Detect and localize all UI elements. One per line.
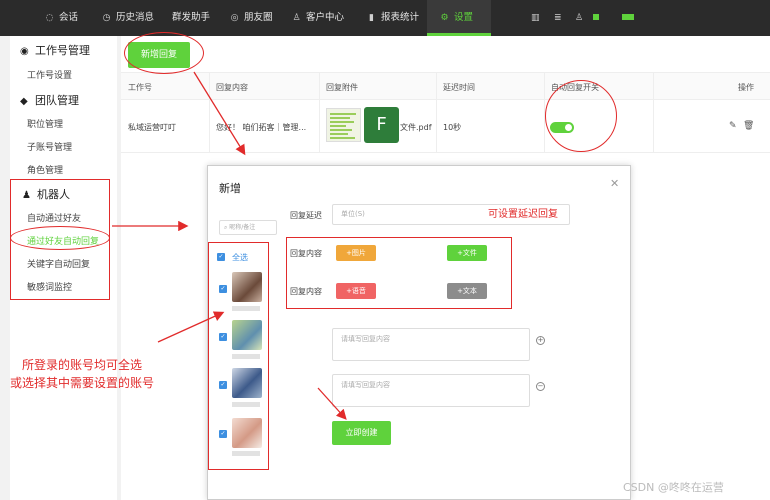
dialog-title: 新增 [219,182,241,195]
nav-label: 设置 [454,12,474,23]
create-now-button[interactable]: 立即创建 [332,421,391,445]
wechat-icon: ◉ [20,46,29,57]
account-search-input[interactable]: ⌕ 昵称/备注 [219,220,277,235]
nav-item-chat[interactable]: ◌ 会话 [44,0,78,36]
user-icon: ♙ [292,13,301,23]
search-placeholder: 昵称/备注 [229,224,256,231]
divider [121,152,770,153]
add-circle-icon[interactable]: + [536,336,545,345]
nav-item-reports[interactable]: ▮ 报表统计 [366,0,419,36]
sidebar-group-team: ◆ 团队管理 [20,92,79,108]
online-status-icon [622,14,634,20]
table-cell-attachment-name: 文件.pdf [400,123,432,132]
clock-icon: ◷ [102,13,111,23]
divider [436,72,437,152]
nav-item-moments[interactable]: ◎ 朋友圈 [229,0,273,36]
camera-icon: ◎ [230,13,239,23]
sidebar-group-title: 团队管理 [35,94,79,107]
reply-text-area[interactable]: 请填写回复内容 [332,328,530,361]
sidebar-item-subaccounts[interactable]: 子账号管理 [27,140,72,153]
edit-icon[interactable]: ✎ [729,121,737,131]
nav-label: 群发助手 [172,12,211,23]
delete-icon[interactable]: 🗑 [743,121,754,131]
chat-icon: ◌ [45,13,54,23]
annotation-box [208,242,269,470]
annotation-circle [545,80,617,152]
table-cell-delay: 10秒 [443,123,462,132]
annotation-delay-note: 可设置延迟回复 [488,209,558,220]
user-icon[interactable]: ♙ [575,13,583,23]
column-header: 延迟时间 [443,83,475,92]
nav-item-history[interactable]: ◷ 历史消息 [101,0,154,36]
attachment-image-thumbnail[interactable] [326,108,361,142]
annotation-select-note: 或选择其中需要设置的账号 [10,376,155,390]
team-icon: ◆ [20,96,28,107]
annotation-circle [124,32,204,74]
watermark: CSDN @咚咚在运营 [623,481,724,494]
annotation-box [286,237,512,309]
nav-item-settings[interactable]: ⚙ 设置 [427,0,491,36]
column-header: 操作 [738,83,754,92]
gear-icon: ⚙ [440,13,449,23]
sidebar-item-positions[interactable]: 职位管理 [27,117,63,130]
attachment-file-icon[interactable]: F [364,107,399,143]
column-header: 回复内容 [216,83,248,92]
divider [209,72,210,152]
nav-item-customers[interactable]: ♙ 客户中心 [291,0,344,36]
divider [653,72,654,152]
sidebar-group-title: 工作号管理 [35,44,90,57]
sidebar-group-accounts: ◉ 工作号管理 [20,42,90,58]
annotation-circle [10,226,110,250]
nav-label: 报表统计 [381,12,420,23]
remove-circle-icon[interactable]: − [536,382,545,391]
delay-label: 回复延迟 [290,211,322,220]
table-cell-content: 您好！ 咱们拓客｜管理... [216,123,307,132]
close-icon[interactable]: ✕ [610,177,619,190]
column-header: 回复附件 [326,83,358,92]
annotation-select-note: 所登录的账号均可全选 [22,358,143,372]
sidebar-item-account-settings[interactable]: 工作号设置 [27,68,72,81]
column-header: 工作号 [128,83,152,92]
reply-text-area[interactable]: 请填写回复内容 [332,374,530,407]
status-indicator-icon [593,14,599,20]
nav-label: 会话 [59,12,79,23]
nav-label: 客户中心 [306,12,345,23]
database-icon[interactable]: ≣ [554,13,562,23]
bar-chart-icon: ▮ [369,13,374,23]
sidebar-item-roles[interactable]: 角色管理 [27,163,63,176]
divider [319,72,320,152]
nav-label: 历史消息 [116,12,155,23]
layout-icon[interactable]: ▥ [531,13,540,23]
nav-label: 朋友圈 [244,12,273,23]
table-cell-account: 私域运营叮叮 [128,123,176,132]
nav-item-broadcast[interactable]: 群发助手 [172,0,210,36]
